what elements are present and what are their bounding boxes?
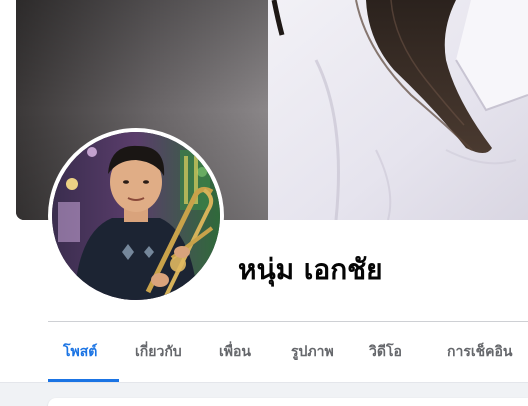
profile-page: หนุ่ม เอกชัย โพสต์ เกี่ยวกับ เพื่อน รูปภ… [0,0,528,406]
profile-name: หนุ่ม เอกชัย [238,253,383,286]
intro-card [48,398,528,406]
tab-posts[interactable]: โพสต์ [48,322,119,382]
tab-photos[interactable]: รูปภาพ [274,322,351,382]
profile-picture-frame[interactable] [48,128,224,304]
tab-check-ins[interactable]: การเช็คอิน [431,322,528,382]
tab-about[interactable]: เกี่ยวกับ [119,322,203,382]
profile-picture[interactable] [52,132,220,300]
tab-videos[interactable]: วิดีโอ [351,322,431,382]
tab-friends[interactable]: เพื่อน [203,322,274,382]
profile-tabs: โพสต์ เกี่ยวกับ เพื่อน รูปภาพ วิดีโอ การ… [48,322,528,382]
